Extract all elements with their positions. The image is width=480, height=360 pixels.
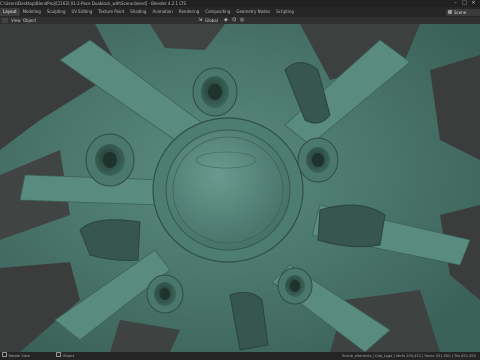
blender-window: C:\Users\Desktop\BlendProj\[2163] 01-2-P… bbox=[0, 0, 480, 360]
scene-name: Scene bbox=[454, 9, 467, 15]
scene-selector[interactable]: Scene bbox=[446, 8, 480, 16]
mouse-icon bbox=[2, 352, 7, 357]
status-hint-rotate: Rotate View bbox=[2, 352, 30, 360]
tab-compositing[interactable]: Compositing bbox=[202, 8, 233, 16]
tab-scripting[interactable]: Scripting bbox=[273, 8, 297, 16]
tab-texture-paint[interactable]: Texture Paint bbox=[95, 8, 127, 16]
tab-layout[interactable]: Layout bbox=[0, 8, 20, 16]
window-titlebar: C:\Users\Desktop\BlendProj\[2163] 01-2-P… bbox=[0, 0, 480, 7]
orientation-dropdown[interactable]: Global bbox=[205, 17, 218, 24]
close-icon[interactable]: × bbox=[471, 1, 476, 6]
editor-type-icon[interactable] bbox=[2, 18, 8, 23]
workspace-tabs: Layout Modeling Sculpting UV Editing Texture… bbox=[0, 8, 297, 16]
transform-orientation-icon[interactable]: ⇲ bbox=[198, 18, 202, 23]
viewport-render bbox=[0, 24, 480, 352]
tab-rendering[interactable]: Rendering bbox=[176, 8, 202, 16]
minimize-icon[interactable]: – bbox=[453, 1, 458, 6]
viewport-header: View Object ⇲ Global ◈ ⌬ ◎ bbox=[0, 17, 480, 24]
proportional-edit-icon[interactable]: ◎ bbox=[240, 18, 244, 23]
tab-uv-editing[interactable]: UV Editing bbox=[69, 8, 96, 16]
object-menu[interactable]: Object bbox=[23, 17, 36, 24]
pivot-icon[interactable]: ◈ bbox=[224, 18, 228, 23]
3d-viewport[interactable] bbox=[0, 24, 480, 352]
status-bar: Rotate View Object Scene_elements | Cab_… bbox=[0, 352, 480, 360]
tab-sculpting[interactable]: Sculpting bbox=[44, 8, 69, 16]
tab-shading[interactable]: Shading bbox=[127, 8, 149, 16]
scene-icon bbox=[448, 10, 452, 14]
mouse-icon bbox=[56, 352, 61, 357]
window-title: C:\Users\Desktop\BlendProj\[2163] 01-2-P… bbox=[0, 1, 187, 6]
tab-modeling[interactable]: Modeling bbox=[20, 8, 44, 16]
status-hint-object: Object bbox=[56, 352, 74, 360]
center-hub bbox=[152, 117, 304, 263]
snap-icon[interactable]: ⌬ bbox=[232, 18, 236, 23]
tab-geometry-nodes[interactable]: Geometry Nodes bbox=[233, 8, 273, 16]
status-scene-stats: Scene_elements | Cab_Logo | Verts 290,41… bbox=[342, 354, 477, 358]
workspace-bar: Layout Modeling Sculpting UV Editing Texture… bbox=[0, 7, 480, 17]
tab-animation[interactable]: Animation bbox=[149, 8, 175, 16]
maximize-icon[interactable]: □ bbox=[462, 1, 467, 6]
view-menu[interactable]: View bbox=[11, 17, 21, 24]
